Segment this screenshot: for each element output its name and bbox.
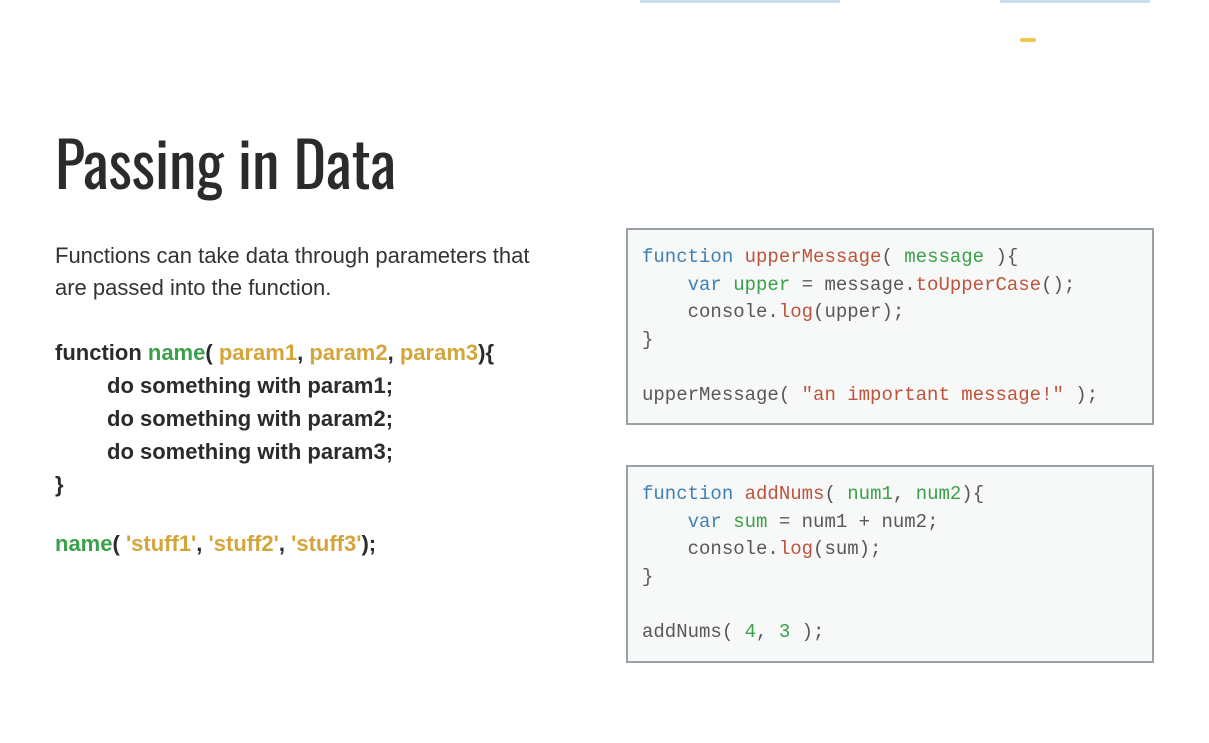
code-example-addnums: function addNums( num1, num2){ var sum =… xyxy=(626,465,1154,662)
slide-body: Functions can take data through paramete… xyxy=(0,0,1209,703)
function-name: name xyxy=(148,340,205,365)
decorative-mark xyxy=(1020,38,1036,42)
right-column: function upperMessage( message ){ var up… xyxy=(626,110,1154,663)
description-text: Functions can take data through paramete… xyxy=(55,240,536,304)
code-example-upper: function upperMessage( message ){ var up… xyxy=(626,228,1154,425)
pseudo-body-2: do something with param2; xyxy=(55,402,536,435)
decorative-bar xyxy=(1000,0,1150,3)
pseudo-body-3: do something with param3; xyxy=(55,435,536,468)
decorative-bar xyxy=(640,0,840,3)
pseudo-end: } xyxy=(55,468,536,501)
pseudo-line-1: function name( param1, param2, param3){ xyxy=(55,336,536,369)
param1: param1 xyxy=(219,340,297,365)
pseudo-code-block: function name( param1, param2, param3){ … xyxy=(55,336,536,501)
param2: param2 xyxy=(309,340,387,365)
slide-title: Passing in Data xyxy=(55,115,396,207)
pseudo-body-1: do something with param1; xyxy=(55,369,536,402)
arg2: 'stuff2' xyxy=(209,531,279,556)
arg1: 'stuff1' xyxy=(126,531,196,556)
arg3: 'stuff3' xyxy=(291,531,361,556)
param3: param3 xyxy=(400,340,478,365)
call-line: name( 'stuff1', 'stuff2', 'stuff3'); xyxy=(55,531,536,557)
call-name: name xyxy=(55,531,112,556)
